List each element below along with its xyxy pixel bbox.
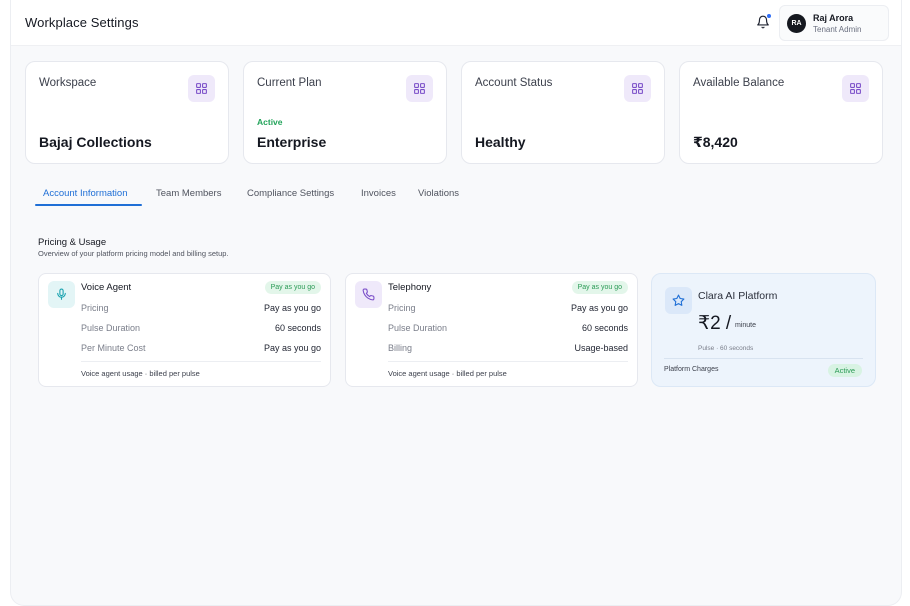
detail-row: Billing Usage-based <box>388 343 628 355</box>
detail-key: Pulse Duration <box>81 323 141 333</box>
card-footer-note: Voice agent usage · billed per pulse <box>81 369 200 378</box>
active-tab-indicator <box>35 204 142 206</box>
detail-row: Pricing Pay as you go <box>81 303 321 315</box>
card-title: Telephony <box>388 282 432 293</box>
stat-label: Current Plan <box>257 77 322 89</box>
platform-price: ₹2 / <box>698 313 732 334</box>
stat-card-account-status: Account Status Healthy <box>461 61 665 164</box>
stat-label: Workspace <box>39 77 97 89</box>
detail-value: Pay as you go <box>263 343 321 353</box>
card-title: Voice Agent <box>81 282 132 293</box>
tab-team-members[interactable]: Team Members <box>156 188 221 199</box>
grid-icon <box>624 75 651 102</box>
tab-account-information[interactable]: Account Information <box>43 188 128 199</box>
pricing-card-voice-agent: Voice Agent Pay as you go Pricing Pay as… <box>38 273 331 387</box>
detail-key: Billing <box>388 343 413 353</box>
grid-icon <box>842 75 869 102</box>
tab-invoices[interactable]: Invoices <box>361 188 396 199</box>
grid-icon <box>188 75 215 102</box>
divider <box>388 361 628 362</box>
platform-charges-label: Platform Charges <box>664 366 719 373</box>
stat-value: Enterprise <box>257 134 327 150</box>
section-description: Overview of your platform pricing model … <box>38 249 229 258</box>
detail-row: Pulse Duration 60 seconds <box>388 323 628 335</box>
stat-card-current-plan: Current Plan Active Enterprise <box>243 61 447 164</box>
star-icon <box>665 287 692 314</box>
detail-row: Per Minute Cost Pay as you go <box>81 343 321 355</box>
microphone-icon <box>48 281 75 308</box>
pricing-badge: Pay as you go <box>264 281 321 294</box>
pricing-card-telephony: Telephony Pay as you go Pricing Pay as y… <box>345 273 638 387</box>
avatar: RA <box>787 14 806 33</box>
detail-value: 60 seconds <box>274 323 321 333</box>
app-frame: Workplace Settings RA Raj Arora Tenant A… <box>10 0 902 606</box>
detail-value: Pay as you go <box>263 303 321 313</box>
divider <box>664 358 863 359</box>
detail-key: Pricing <box>81 303 109 313</box>
user-role: Tenant Admin <box>813 25 862 34</box>
card-footer-note: Voice agent usage · billed per pulse <box>388 369 507 378</box>
stat-label: Available Balance <box>693 77 785 89</box>
stat-card-workspace: Workspace Bajaj Collections <box>25 61 229 164</box>
detail-key: Per Minute Cost <box>81 343 146 353</box>
detail-value: Usage-based <box>574 343 628 353</box>
platform-pulse: Pulse · 60 seconds <box>698 345 754 352</box>
stat-value: Healthy <box>475 134 526 150</box>
top-bar: Workplace Settings RA Raj Arora Tenant A… <box>11 0 901 46</box>
stat-label: Account Status <box>475 77 553 89</box>
tab-compliance-settings[interactable]: Compliance Settings <box>247 188 334 199</box>
pricing-badge: Pay as you go <box>571 281 628 294</box>
stat-card-available-balance: Available Balance ₹8,420 <box>679 61 883 164</box>
status-badge: Active <box>827 364 862 377</box>
platform-pricing-card: Clara AI Platform ₹2 / minute Pulse · 60… <box>651 273 876 387</box>
detail-key: Pulse Duration <box>388 323 448 333</box>
stat-value: Bajaj Collections <box>39 134 152 150</box>
page-title: Workplace Settings <box>25 15 139 30</box>
detail-value: 60 seconds <box>581 323 628 333</box>
platform-title: Clara AI Platform <box>698 290 778 302</box>
platform-price-unit: minute <box>735 322 757 329</box>
detail-row: Pricing Pay as you go <box>388 303 628 315</box>
detail-row: Pulse Duration 60 seconds <box>81 323 321 335</box>
stat-value: ₹8,420 <box>693 134 738 150</box>
detail-value: Pay as you go <box>570 303 628 313</box>
grid-icon <box>406 75 433 102</box>
phone-icon <box>355 281 382 308</box>
notification-dot <box>766 13 772 19</box>
section-title: Pricing & Usage <box>38 237 107 248</box>
divider <box>81 361 321 362</box>
tab-violations[interactable]: Violations <box>418 188 459 199</box>
user-name: Raj Arora <box>813 13 854 23</box>
detail-key: Pricing <box>388 303 416 313</box>
user-menu[interactable]: RA Raj Arora Tenant Admin <box>779 5 889 41</box>
plan-status-label: Active <box>257 117 283 127</box>
